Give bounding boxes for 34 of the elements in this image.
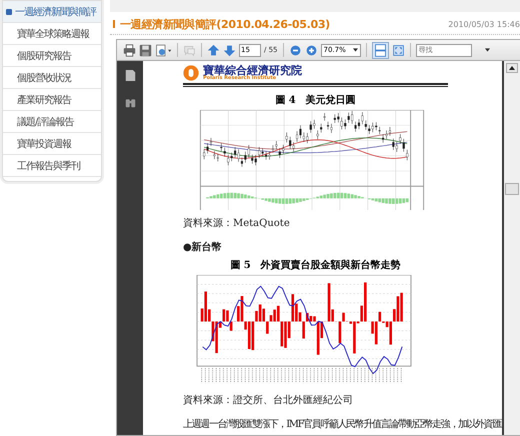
export-dropdown-icon[interactable]	[155, 44, 172, 56]
zoom-out-icon[interactable]	[288, 44, 302, 56]
title-marker-icon	[113, 20, 115, 28]
fullscreen-icon[interactable]	[392, 44, 404, 56]
sidebar-item[interactable]: 個股研究報告	[3, 45, 101, 67]
scroll-up-icon[interactable]	[506, 63, 518, 73]
save-icon[interactable]	[139, 44, 152, 56]
arrow-down-icon[interactable]	[223, 44, 236, 56]
sidebar-item[interactable]: 寶華全球策略週報	[3, 23, 101, 45]
caret-icon	[352, 48, 358, 52]
sidebar-item[interactable]: 個股營收狀況	[3, 67, 101, 89]
bullet-icon	[6, 8, 12, 14]
zoom-in-icon[interactable]	[304, 44, 318, 56]
source-note: 資料來源：證交所、台北外匯經紀公司	[183, 394, 354, 407]
section-heading: ●新台幣	[183, 240, 223, 254]
sidebar-item[interactable]: 議題/評論報告	[3, 111, 101, 133]
fit-page-icon[interactable]	[372, 42, 388, 58]
article-title: 一週經濟新聞與簡評(2010.04.26-05.03)	[120, 16, 330, 32]
sidebar-item[interactable]: 產業研究報告	[3, 89, 101, 111]
logo-title: 寶華綜合經濟研究院	[203, 65, 302, 76]
figure-caption: 圖 5 外資買賣台股金額與新台幣走勢	[229, 258, 402, 272]
sidebar-item[interactable]: 寶華投資週報	[3, 133, 101, 155]
sidebar-item[interactable]: 一週經濟新聞與簡評	[3, 1, 101, 23]
logo-icon	[183, 65, 199, 81]
source-note: 資料來源：MetaQuote	[183, 216, 291, 230]
scrollbar-thumb[interactable]	[505, 183, 519, 195]
scrollbar[interactable]	[504, 61, 520, 435]
page-icon[interactable]	[124, 69, 136, 82]
article-date: 2010/05/03 15:46	[448, 20, 520, 28]
caret-icon[interactable]	[484, 48, 490, 52]
print-icon[interactable]	[123, 44, 136, 56]
arrow-up-icon[interactable]	[207, 44, 220, 56]
figure-caption: 圖 4 美元兌日圓	[274, 93, 357, 107]
sidebar-item[interactable]: 工作報告與季刊	[3, 155, 101, 177]
